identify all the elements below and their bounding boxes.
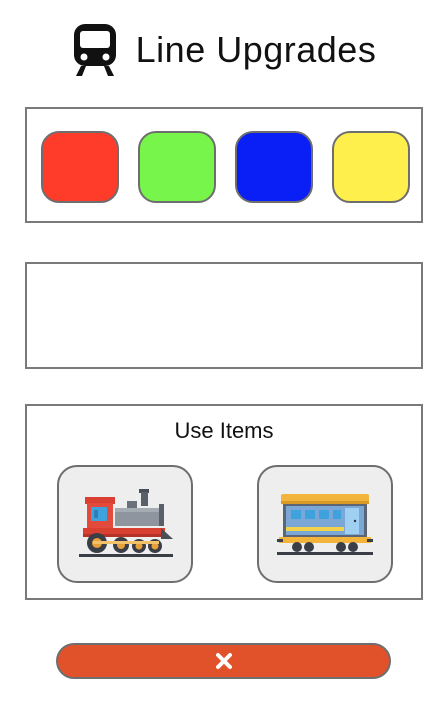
header: Line Upgrades [0, 20, 448, 80]
passenger-car-icon [277, 494, 373, 555]
color-swatch-blue[interactable] [235, 131, 313, 203]
line-info-panel [25, 262, 423, 369]
locomotive-item-button[interactable] [57, 465, 193, 583]
train-icon [73, 24, 116, 76]
page-title: Line Upgrades [135, 29, 377, 70]
close-icon [215, 653, 232, 669]
locomotive-icon [79, 489, 173, 557]
use-items-title: Use Items [174, 418, 274, 443]
color-swatch-green[interactable] [138, 131, 216, 203]
close-button[interactable] [56, 643, 391, 679]
use-items-panel: Use Items [25, 404, 423, 600]
color-swatch-red[interactable] [41, 131, 119, 203]
passenger-car-item-button[interactable] [257, 465, 393, 583]
color-palette-panel [25, 107, 423, 223]
color-swatch-yellow[interactable] [332, 131, 410, 203]
